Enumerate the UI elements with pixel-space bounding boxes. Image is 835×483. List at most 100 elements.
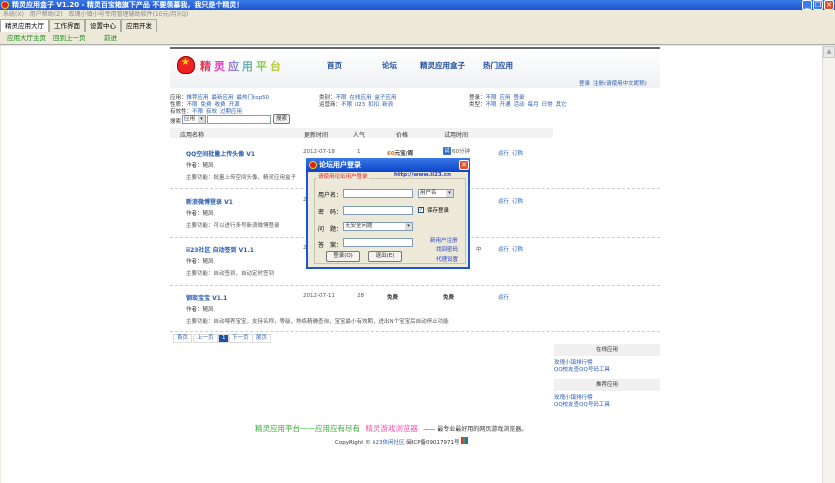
page-first[interactable]: 首页: [173, 334, 193, 343]
col-price: 价格: [396, 132, 409, 139]
col-trial: 试用时间: [444, 132, 469, 139]
author: 随风: [202, 307, 214, 313]
nav-forum[interactable]: 论坛: [382, 60, 397, 71]
icp-text: 闽ICP备09017971号: [406, 440, 460, 446]
forward-button[interactable]: 前进: [104, 32, 117, 45]
col-popularity: 人气: [353, 132, 366, 139]
username-label: 用户名：: [318, 192, 343, 199]
restore-button[interactable]: ❐: [813, 0, 823, 10]
forgot-password-link[interactable]: 找回密码: [436, 245, 458, 253]
trial-icon: 试: [443, 147, 451, 155]
app-name-link[interactable]: 新浪微博登录 V1: [186, 197, 233, 206]
question-select[interactable]: 无安全问题: [343, 222, 413, 231]
tab-settings[interactable]: 设置中心: [85, 19, 121, 32]
login-link[interactable]: 登录: [579, 79, 590, 87]
filter-link[interactable]: 开通: [500, 102, 511, 108]
toolbar: 应用大厅主页 回到上一页 前进: [0, 32, 835, 45]
home-button[interactable]: 应用大厅主页: [7, 32, 46, 45]
app-description: 可以进行多号新浪微博登录: [213, 223, 280, 229]
func-label: 主要功能：: [186, 319, 214, 325]
close-button[interactable]: ✕: [824, 0, 834, 10]
page-next[interactable]: 下一页: [228, 334, 253, 343]
footer-text: 精灵应用平台——应用应有尽有: [255, 424, 360, 433]
nav-app-box[interactable]: 精灵应用盒子: [420, 60, 465, 71]
app-icon: [1, 1, 9, 9]
username-input[interactable]: [343, 189, 413, 198]
app-name-link[interactable]: QQ空间批量上传头像 V1: [186, 149, 255, 158]
search-label: 搜索: [170, 119, 182, 125]
func-label: 主要功能：: [186, 175, 214, 181]
tab-bar: 精灵应用大厅 工作界面 设置中心 应用开发: [0, 19, 157, 32]
exit-button[interactable]: 退出(E): [368, 251, 402, 262]
nav-hot-apps[interactable]: 热门应用: [483, 60, 513, 71]
page-last[interactable]: 尾页: [252, 334, 272, 343]
app-name-link[interactable]: ii23社区 自动签到 V1.1: [186, 245, 254, 254]
window-title: 精灵应用盒子 V1.20 - 精灵百宝箱旗下产品 不要羡慕我，我只是个精灵！: [12, 1, 244, 9]
run-link[interactable]: 运行: [498, 245, 509, 253]
page-prev[interactable]: 上一页: [193, 334, 218, 343]
divider: [170, 285, 660, 286]
password-label: 密 码：: [318, 209, 343, 216]
menu-system[interactable]: 系统(X): [3, 11, 24, 18]
copyright-text: CopyRight ©: [335, 440, 373, 446]
scrollbar[interactable]: ▲: [822, 46, 835, 483]
minimize-button[interactable]: _: [802, 0, 812, 10]
save-login-checkbox[interactable]: ✓: [418, 207, 424, 213]
run-link[interactable]: 运行: [498, 293, 509, 301]
filter-link[interactable]: 活动: [514, 102, 525, 108]
site-header: 精灵应用平台 首页 论坛 精灵应用盒子 热门应用 登录 注册(请使用中文昵称): [170, 47, 660, 88]
tab-workspace[interactable]: 工作界面: [49, 19, 85, 32]
filter-link[interactable]: 扣扣: [368, 102, 379, 108]
trial-time: 中: [476, 247, 482, 253]
tab-app-hall[interactable]: 精灵应用大厅: [0, 19, 49, 32]
menu-rose[interactable]: 玫瑰小镇小号专用管理辅助软件(10元/月)(Q): [69, 11, 189, 18]
app-name-link[interactable]: 钢琰宝宝 V1.1: [186, 293, 227, 302]
run-link[interactable]: 运行: [498, 149, 509, 157]
sidebar-link[interactable]: QQ校友查QQ号码工具: [554, 400, 610, 408]
filter-link[interactable]: 每月: [528, 102, 539, 108]
sidebar-link[interactable]: QQ校友查QQ号码工具: [554, 365, 610, 373]
col-date: 更新时间: [304, 132, 329, 139]
price-value: 60: [387, 151, 395, 157]
tab-dev[interactable]: 应用开发: [121, 19, 157, 32]
username-type-select[interactable]: 用户名: [418, 189, 454, 198]
sidebar-online-title: 在线应用: [554, 344, 660, 356]
filter-link[interactable]: 不限: [341, 102, 352, 108]
footer-browser-link[interactable]: 精灵游戏浏览器: [365, 424, 418, 433]
register-link[interactable]: 新用户注册: [430, 236, 458, 244]
author-label: 作者：: [186, 163, 203, 169]
filter-link[interactable]: 新浪: [382, 102, 393, 108]
menu-help[interactable]: 用户帮助(Z): [30, 11, 63, 18]
update-date: 2012-07-11: [303, 293, 335, 299]
dialog-close-button[interactable]: ✕: [459, 160, 469, 170]
stats-icon[interactable]: [461, 437, 469, 444]
filter-link[interactable]: 日常: [542, 102, 553, 108]
search-input[interactable]: [207, 115, 271, 124]
search-button[interactable]: 搜索: [273, 114, 290, 124]
filter-link[interactable]: ii23: [355, 102, 365, 108]
password-input[interactable]: [343, 206, 413, 215]
answer-input[interactable]: [343, 238, 413, 247]
title-bar: 精灵应用盒子 V1.20 - 精灵百宝箱旗下产品 不要羡慕我，我只是个精灵！ _…: [0, 0, 835, 10]
filter-link[interactable]: 其它: [556, 102, 567, 108]
login-button[interactable]: 登录(O): [326, 251, 360, 262]
mushroom-logo-icon: [177, 56, 195, 74]
filter-validity: 有效性：不限 有效 过期应用: [170, 109, 243, 115]
order-link[interactable]: 订购: [512, 149, 523, 157]
back-button[interactable]: 回到上一页: [53, 32, 86, 45]
order-link[interactable]: 订购: [512, 197, 523, 205]
footer-slogan: 精灵应用平台——应用应有尽有 精灵游戏浏览器 —— 最专业最好用的网页游戏浏览器…: [255, 423, 527, 434]
forum-url-link[interactable]: http://www.ii23.cn: [393, 172, 452, 178]
run-link[interactable]: 运行: [498, 197, 509, 205]
search-type-select[interactable]: 应用: [182, 115, 206, 124]
site-link[interactable]: ii23休闲社区: [372, 440, 404, 446]
func-label: 主要功能：: [186, 271, 214, 277]
scroll-up-icon[interactable]: ▲: [823, 46, 835, 58]
app-description: 自动喂养宝宝，支持名称，等级，熟练精确查询，宝宝最小有效期，进出N个宝宝后自动停…: [213, 319, 449, 325]
author-label: 作者：: [186, 259, 203, 265]
nav-home[interactable]: 首页: [327, 60, 342, 71]
register-link[interactable]: 注册(请使用中文昵称): [593, 79, 647, 87]
order-link[interactable]: 订购: [512, 245, 523, 253]
filter-link[interactable]: 不限: [486, 102, 497, 108]
proxy-settings-link[interactable]: 代理设置: [436, 255, 458, 263]
